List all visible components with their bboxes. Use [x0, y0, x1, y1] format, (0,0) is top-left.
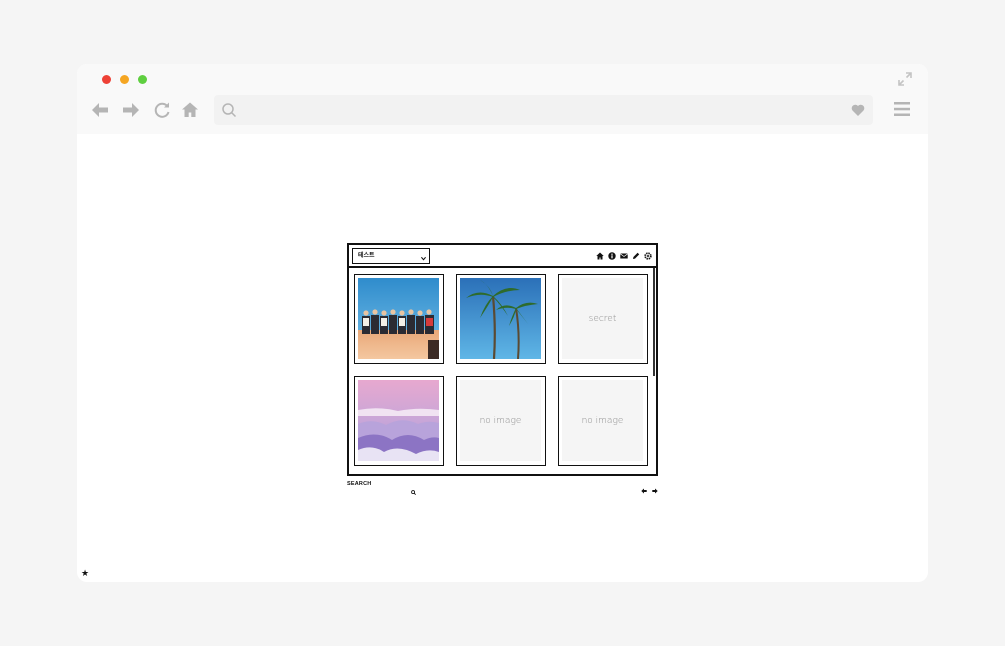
pagination [641, 481, 658, 494]
arrow-left-icon[interactable] [91, 101, 109, 119]
category-select-value: 테스트 [358, 252, 375, 259]
minimize-window-button[interactable] [120, 75, 129, 84]
address-input[interactable] [244, 100, 834, 120]
palm-trees-photo [460, 278, 541, 359]
search-icon[interactable] [411, 482, 416, 495]
hamburger-menu-icon[interactable] [894, 101, 910, 117]
address-bar[interactable] [214, 95, 873, 125]
gallery-widget: 테스트 secret no image no image [347, 243, 658, 476]
maximize-window-button[interactable] [138, 75, 147, 84]
gallery-tile[interactable] [456, 274, 546, 364]
tile-caption: no image [581, 415, 624, 426]
browser-toolbar [77, 64, 928, 134]
gallery-tile[interactable]: no image [456, 376, 546, 466]
next-arrow-icon[interactable] [652, 481, 658, 494]
prev-arrow-icon[interactable] [641, 481, 647, 494]
gallery-tile[interactable]: secret [558, 274, 648, 364]
arrow-right-icon[interactable] [122, 101, 140, 119]
info-icon[interactable] [608, 252, 616, 260]
page-marker: ★ [81, 569, 90, 579]
page-content: 테스트 secret no image no image SEARCH ★ [77, 134, 928, 582]
chevron-down-icon [421, 253, 426, 261]
category-select[interactable]: 테스트 [352, 248, 430, 264]
widget-scrollbar[interactable] [653, 268, 655, 376]
search-link[interactable]: SEARCH [347, 481, 371, 487]
browser-window: 테스트 secret no image no image SEARCH ★ [77, 64, 928, 582]
home-icon[interactable] [596, 252, 604, 260]
no-image-placeholder: no image [460, 380, 541, 461]
secret-placeholder: secret [562, 278, 643, 359]
pencil-icon[interactable] [632, 252, 640, 260]
home-icon[interactable] [181, 101, 199, 119]
tile-caption: no image [479, 415, 522, 426]
group-on-wall-photo [358, 278, 439, 359]
heart-icon[interactable] [851, 103, 865, 117]
no-image-placeholder: no image [562, 380, 643, 461]
purple-mountains-photo [358, 380, 439, 461]
widget-toolbar [596, 252, 652, 261]
expand-icon[interactable] [898, 72, 912, 86]
widget-footer: SEARCH [347, 481, 658, 495]
gallery-tile[interactable] [354, 376, 444, 466]
tile-caption: secret [588, 313, 617, 324]
gallery-tile[interactable] [354, 274, 444, 364]
close-window-button[interactable] [102, 75, 111, 84]
search-icon [221, 102, 237, 118]
gear-icon[interactable] [644, 252, 652, 260]
mail-icon[interactable] [620, 252, 628, 260]
gallery-tile[interactable]: no image [558, 376, 648, 466]
reload-icon[interactable] [153, 101, 171, 119]
widget-header: 테스트 [349, 245, 656, 268]
